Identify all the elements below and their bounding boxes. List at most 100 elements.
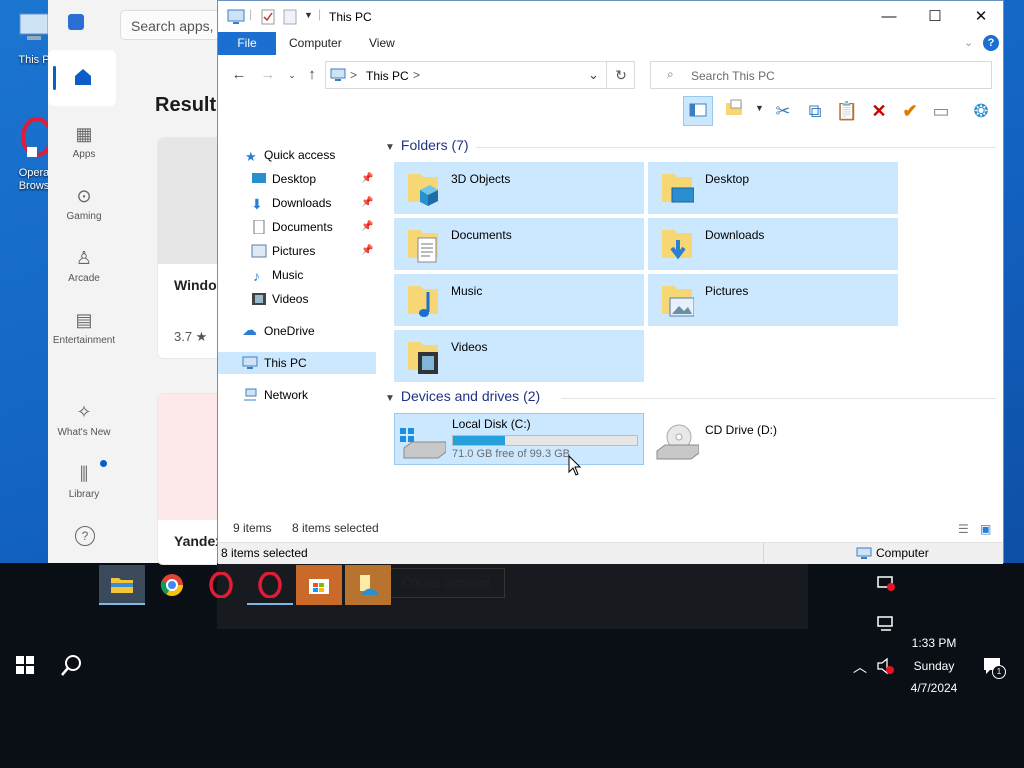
store-nav-arcade[interactable]: ♙ Arcade [48, 248, 120, 284]
action-center-button[interactable]: 1 [982, 656, 1006, 679]
taskbar-file-explorer[interactable] [99, 565, 145, 605]
new-folder-icon[interactable] [283, 9, 297, 25]
expand-ribbon-icon[interactable]: ⌄ [964, 36, 973, 49]
3d-objects-folder-icon [408, 174, 438, 206]
back-button[interactable]: ← [229, 65, 249, 85]
recent-locations-button[interactable]: ⌄ [282, 65, 302, 85]
toolbar-dropdown-icon[interactable]: ▼ [755, 103, 764, 113]
folder-tile-videos[interactable]: Videos [394, 330, 644, 382]
minimize-button[interactable]: — [866, 1, 912, 32]
rename-check-icon[interactable]: ✔ [895, 96, 925, 126]
this-pc-icon [242, 356, 258, 369]
nav-quick-access[interactable]: ★ Quick access [218, 144, 376, 166]
drive-tile-d[interactable]: CD Drive (D:) [648, 413, 898, 465]
store-nav-entertainment[interactable]: ▤ Entertainment [48, 310, 120, 346]
store-icon [309, 579, 329, 594]
new-item-icon[interactable]: ▭ [926, 96, 956, 126]
paste-icon[interactable]: 📋 [832, 96, 862, 126]
large-icons-view-icon[interactable]: ▣ [980, 522, 991, 536]
show-hidden-icons-button[interactable]: ︿ [853, 657, 867, 677]
store-nav-gaming[interactable]: ⊙ Gaming [48, 186, 120, 222]
clock-date[interactable]: 4/7/2024 [894, 681, 974, 695]
tab-view[interactable]: View [369, 32, 395, 55]
breadcrumb-this-pc[interactable]: This PC [366, 69, 409, 83]
clock-day[interactable]: Sunday [894, 659, 974, 673]
cut-icon[interactable]: ✂ [768, 96, 798, 126]
properties-icon[interactable] [260, 9, 276, 25]
store-nav-library[interactable]: ⫼ Library [48, 464, 120, 500]
documents-folder-icon [408, 230, 438, 263]
properties-folder-icon[interactable] [720, 96, 750, 126]
qat-dropdown-icon[interactable]: ▼ [304, 10, 313, 20]
taskbar-opera-running[interactable] [247, 565, 293, 605]
search-button[interactable] [49, 645, 95, 685]
store-nav-whats-new[interactable]: ✧ What's New [48, 402, 120, 438]
address-dropdown-icon[interactable]: ⌄ [588, 67, 599, 83]
volume-muted-icon[interactable] [876, 657, 896, 675]
chrome-icon [160, 574, 183, 596]
folders-group-header[interactable]: ▼ Folders (7) [385, 137, 469, 157]
details-view-icon[interactable]: ☰ [958, 522, 969, 536]
search-box[interactable]: ⌕ Search This PC [650, 61, 992, 89]
navigation-pane: ★ Quick access Desktop 📌 ⬇ Downloads 📌 D… [218, 129, 378, 519]
nav-this-pc[interactable]: This PC [218, 352, 376, 374]
cd-drive-icon [656, 424, 699, 460]
film-icon [252, 293, 266, 305]
nav-pictures[interactable]: Pictures 📌 [218, 240, 376, 262]
clock-time[interactable]: 1:33 PM [894, 636, 974, 650]
apps-icon: ▦ [75, 124, 93, 144]
drives-group-header[interactable]: ▼ Devices and drives (2) [385, 388, 540, 408]
chevron-down-icon: ▼ [385, 393, 395, 404]
maximize-button[interactable]: ☐ [912, 1, 958, 32]
nav-desktop[interactable]: Desktop 📌 [218, 168, 376, 190]
address-bar[interactable]: > This PC > ⌄ ↻ [325, 61, 635, 89]
tab-computer[interactable]: Computer [289, 32, 342, 55]
nav-network[interactable]: Network [218, 384, 376, 406]
file-explorer-window: | ▼ | This PC — ☐ ✕ File Computer View ⌄… [217, 0, 1004, 564]
store-nav-apps[interactable]: ▦ Apps [48, 124, 120, 160]
drive-tile-c[interactable]: Local Disk (C:) 71.0 GB free of 99.3 GB [394, 413, 644, 465]
documents-icon [253, 220, 265, 234]
network-icon [244, 388, 257, 401]
pin-icon: 📌 [361, 197, 374, 208]
taskbar-photos[interactable] [345, 565, 391, 605]
tab-file[interactable]: File [218, 32, 276, 55]
status-divider [763, 543, 764, 563]
pin-icon: 📌 [361, 245, 374, 256]
start-button[interactable] [2, 645, 48, 685]
up-button[interactable]: ↑ [302, 65, 322, 85]
folder-tile-desktop[interactable]: Desktop [648, 162, 898, 214]
taskbar-microsoft-store[interactable] [296, 565, 342, 605]
taskbar-opera[interactable] [198, 565, 244, 605]
nav-videos[interactable]: Videos [218, 288, 376, 310]
close-button[interactable]: ✕ [958, 1, 1004, 32]
preview-pane-icon[interactable] [683, 96, 713, 126]
nav-onedrive[interactable]: ☁ OneDrive [218, 320, 376, 342]
nav-documents[interactable]: Documents 📌 [218, 216, 376, 238]
folder-tile-downloads[interactable]: Downloads [648, 218, 898, 270]
breadcrumb-separator[interactable]: > [350, 68, 357, 82]
forward-button[interactable]: → [258, 65, 278, 85]
refresh-button[interactable]: ↻ [606, 61, 635, 89]
help-icon[interactable]: ? [75, 526, 95, 546]
content-area: ▼ Folders (7) 3D Objects Desktop Document… [381, 129, 1001, 519]
desktop-folder-icon [662, 174, 694, 203]
folder-tile-pictures[interactable]: Pictures [648, 274, 898, 326]
nav-downloads[interactable]: ⬇ Downloads 📌 [218, 192, 376, 214]
network-icon[interactable] [876, 615, 896, 633]
pictures-folder-icon [662, 286, 694, 317]
folder-tile-3d-objects[interactable]: 3D Objects [394, 162, 644, 214]
opera-icon [209, 571, 233, 599]
nav-music[interactable]: ♪ Music [218, 264, 376, 286]
group-divider [476, 147, 996, 148]
help-button[interactable]: ? [983, 35, 999, 51]
folder-tile-music[interactable]: Music [394, 274, 644, 326]
delete-icon[interactable]: ✕ [864, 96, 894, 126]
breadcrumb-separator[interactable]: > [413, 68, 420, 82]
library-icon: ⫼ [79, 464, 89, 484]
taskbar-chrome[interactable] [149, 565, 195, 605]
copy-icon[interactable]: ⧉ [800, 96, 830, 126]
shell-icon[interactable]: ❂ [966, 96, 996, 126]
display-settings-icon[interactable] [876, 575, 896, 593]
folder-tile-documents[interactable]: Documents [394, 218, 644, 270]
